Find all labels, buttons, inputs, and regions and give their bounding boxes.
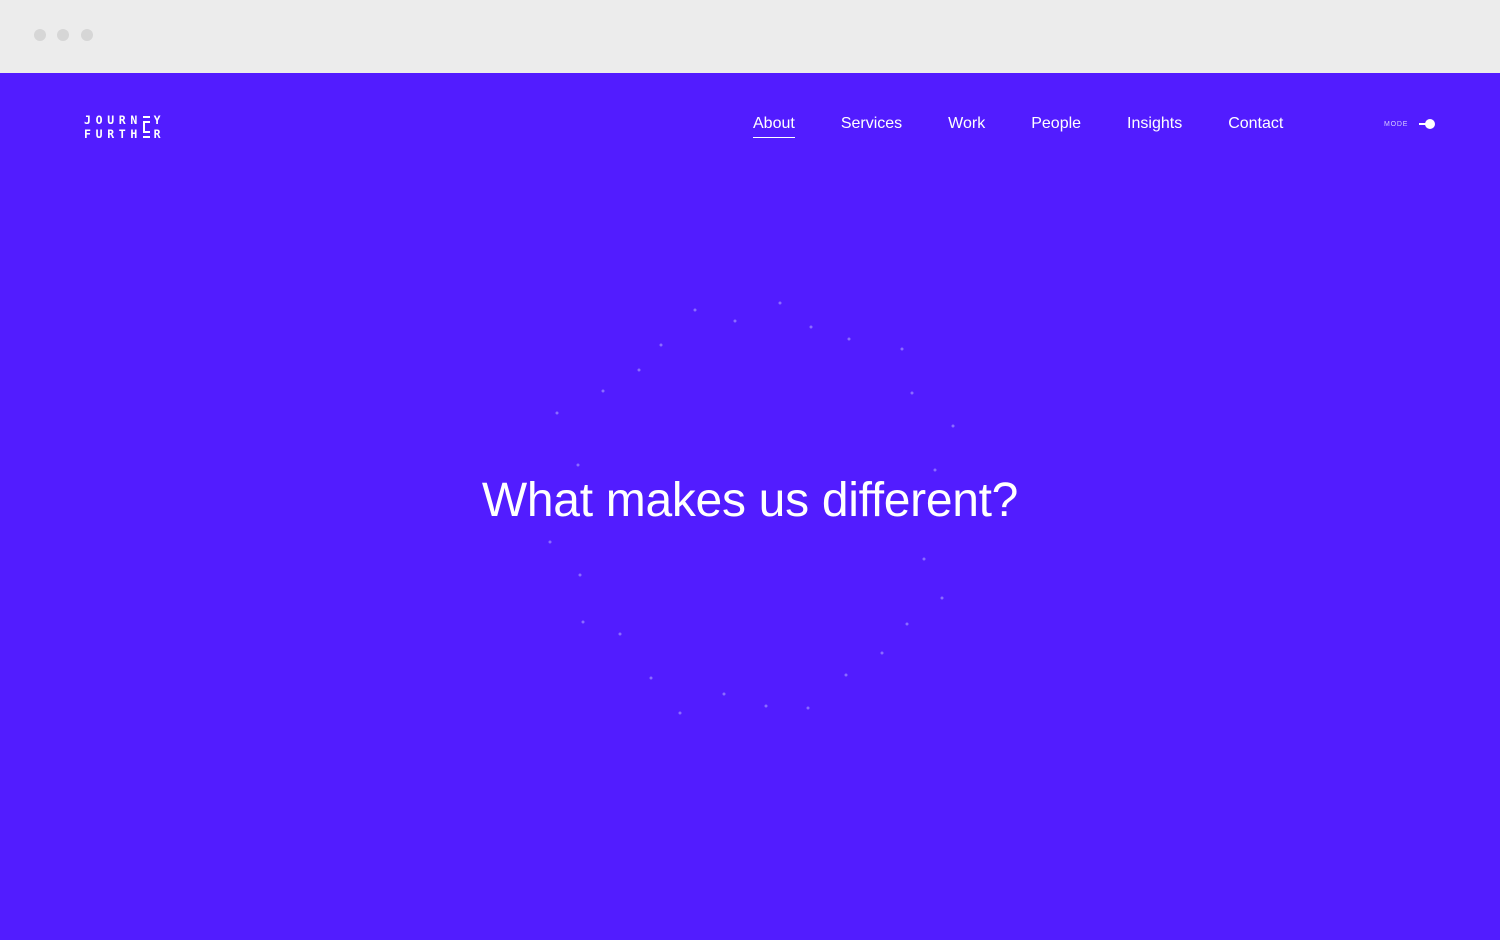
decorative-dot: [601, 389, 605, 393]
logo-letter: H: [130, 127, 138, 141]
decorative-dot: [678, 711, 682, 715]
hero-headline: What makes us different?: [481, 474, 1019, 527]
logo-row-top: J O U R N Y: [84, 113, 184, 127]
logo-letter: J: [84, 113, 91, 127]
decorative-dot: [809, 325, 813, 329]
decorative-dot: [922, 557, 926, 561]
decorative-dot: [649, 676, 653, 680]
decorative-dot: [555, 411, 559, 415]
nav-item-about[interactable]: About: [753, 114, 795, 138]
decorative-dot: [659, 343, 663, 347]
decorative-dot: [806, 706, 810, 710]
nav-item-people[interactable]: People: [1031, 114, 1081, 134]
mode-toggle[interactable]: MODE: [1384, 119, 1436, 129]
logo-letter: U: [95, 127, 103, 141]
nav-item-work[interactable]: Work: [948, 114, 985, 134]
decorative-dot: [900, 347, 904, 351]
window-close-dot[interactable]: [34, 29, 46, 41]
mode-label: MODE: [1384, 120, 1409, 128]
decorative-dot: [844, 673, 848, 677]
decorative-dot: [693, 308, 697, 312]
nav-item-services[interactable]: Services: [841, 114, 902, 134]
logo-split-e-top-icon: [142, 113, 154, 127]
decorative-dot: [951, 424, 955, 428]
decorative-dot: [847, 337, 851, 341]
logo-row-bottom: F U R T H R: [84, 127, 184, 141]
decorative-dot: [722, 692, 726, 696]
browser-chrome: [0, 0, 1500, 73]
brand-logo[interactable]: J O U R N Y F U R T H R: [84, 113, 184, 143]
decorative-dot: [581, 620, 585, 624]
logo-letter: N: [130, 113, 138, 127]
window-minimize-dot[interactable]: [57, 29, 69, 41]
nav-item-contact[interactable]: Contact: [1228, 114, 1283, 134]
decorative-dot: [880, 651, 884, 655]
mode-switch-knob[interactable]: [1425, 119, 1436, 129]
decorative-dot: [733, 319, 737, 323]
page-viewport: J O U R N Y F U R T H R About Services W…: [0, 73, 1500, 940]
decorative-dot: [764, 704, 768, 708]
nav-item-insights[interactable]: Insights: [1127, 114, 1182, 134]
logo-letter: T: [118, 127, 126, 141]
decorative-dot: [940, 596, 944, 600]
logo-letter: R: [153, 127, 161, 141]
window-maximize-dot[interactable]: [81, 29, 93, 41]
logo-letter: R: [107, 127, 115, 141]
decorative-dot: [618, 632, 622, 636]
decorative-dot: [905, 622, 909, 626]
logo-split-e-bottom-icon: [142, 127, 154, 141]
decorative-dot: [778, 301, 782, 305]
logo-letter: Y: [153, 113, 161, 127]
main-nav: About Services Work People Insights Cont…: [753, 114, 1329, 138]
logo-letter: R: [118, 113, 126, 127]
decorative-dot: [576, 463, 580, 467]
logo-letter: U: [107, 113, 115, 127]
logo-letter: F: [84, 127, 91, 141]
decorative-dot: [637, 368, 641, 372]
mode-switch[interactable]: [1419, 119, 1436, 129]
decorative-dot: [578, 573, 582, 577]
decorative-dot: [910, 391, 914, 395]
decorative-dot: [548, 540, 552, 544]
logo-letter: O: [95, 113, 103, 127]
